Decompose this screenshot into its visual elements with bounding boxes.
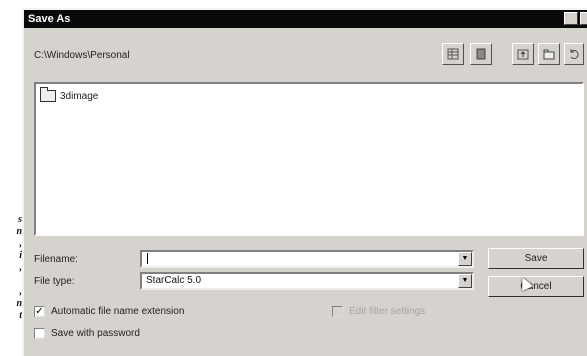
filename-label: Filename:	[34, 254, 78, 265]
chevron-down-icon[interactable]: ▼	[458, 274, 472, 288]
file-list[interactable]: 3dimage	[34, 82, 584, 236]
save-as-dialog: Save As C:\Windows\Personal 3dimage File…	[22, 8, 587, 356]
details-view-icon[interactable]	[442, 43, 464, 65]
minimize-button[interactable]	[564, 12, 578, 25]
chevron-down-icon[interactable]: ▼	[458, 252, 472, 266]
margin-text-5: ,	[19, 262, 23, 273]
checkbox-icon	[34, 328, 45, 339]
margin-text-8: n	[16, 298, 22, 309]
margin-text-9: t	[19, 310, 22, 321]
list-view-icon[interactable]	[470, 43, 492, 65]
current-path: C:\Windows\Personal	[34, 50, 130, 61]
file-name: 3dimage	[60, 90, 99, 102]
auto-extension-label: Automatic file name extension	[51, 306, 185, 317]
margin-text-4: i	[19, 250, 22, 261]
margin-text-3: ,	[19, 238, 23, 249]
folder-icon	[40, 87, 56, 102]
save-with-password-label: Save with password	[51, 328, 140, 339]
cancel-button[interactable]: Cancel	[488, 276, 584, 297]
new-folder-icon[interactable]	[538, 43, 560, 65]
list-item[interactable]: 3dimage	[40, 87, 99, 102]
filename-combobox[interactable]: ▼	[140, 250, 474, 268]
close-button[interactable]	[580, 12, 587, 25]
filetype-select[interactable]: StarCalc 5.0 ▼	[140, 272, 474, 290]
filetype-value: StarCalc 5.0	[146, 275, 202, 286]
save-button[interactable]: Save	[488, 248, 584, 269]
dialog-title: Save As	[28, 13, 71, 25]
margin-text-1: s	[18, 214, 22, 225]
edit-filter-settings-checkbox[interactable]: Edit filter settings	[332, 306, 425, 317]
save-with-password-checkbox[interactable]: Save with password	[34, 328, 140, 339]
up-folder-icon[interactable]	[512, 43, 534, 65]
margin-text-7: ,	[19, 286, 23, 297]
checkbox-icon	[332, 306, 343, 317]
refresh-icon[interactable]	[564, 43, 584, 65]
title-bar[interactable]: Save As	[24, 10, 587, 28]
checkbox-checked-icon: ✓	[34, 306, 45, 317]
filetype-label: File type:	[34, 276, 75, 287]
edit-filter-settings-label: Edit filter settings	[349, 306, 426, 317]
auto-extension-checkbox[interactable]: ✓ Automatic file name extension	[34, 306, 184, 317]
margin-text-2: n	[16, 226, 22, 237]
